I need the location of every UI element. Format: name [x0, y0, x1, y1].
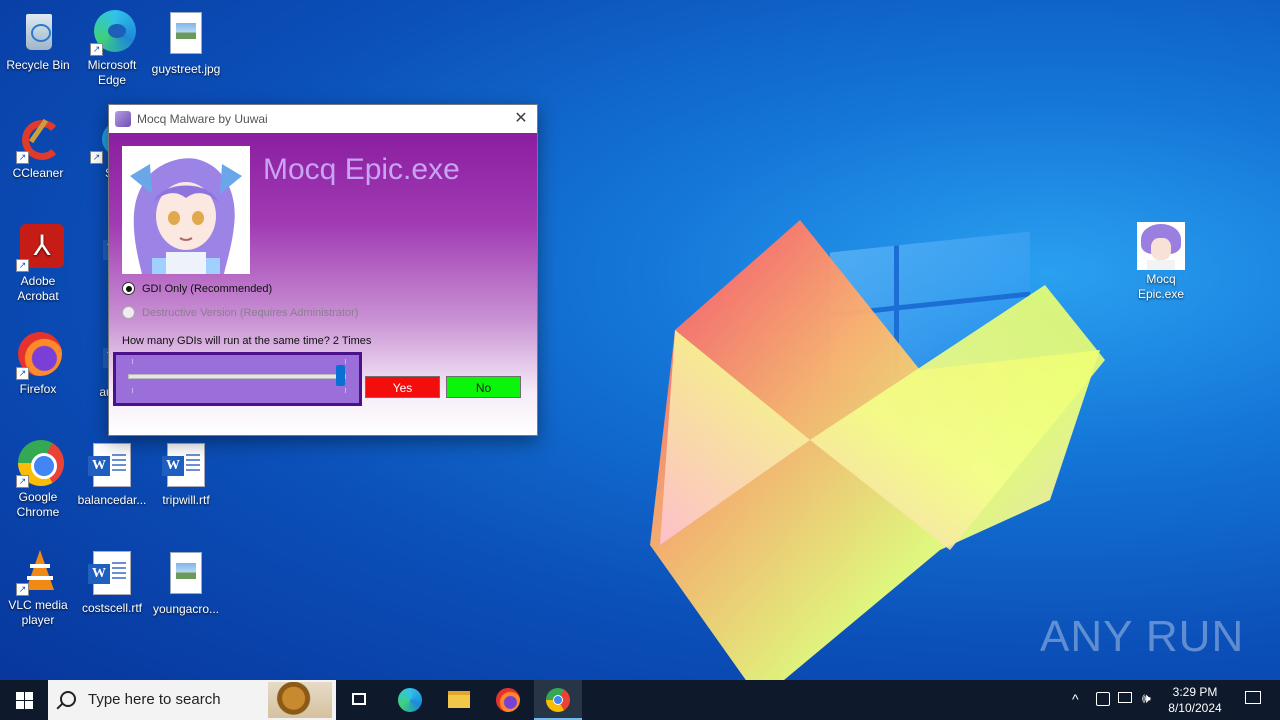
- desktop-icon-costscell[interactable]: W costscell.rtf: [74, 548, 150, 616]
- desktop-icon-label: Microsoft Edge: [87, 58, 137, 87]
- vlc-icon: ↗: [14, 548, 62, 596]
- dialog-client-area: Mocq Epic.exe GDI Only (Recommended) Des…: [109, 133, 537, 435]
- desktop-icon-label: balancedar...: [77, 493, 147, 507]
- network-icon[interactable]: [1118, 692, 1132, 703]
- file-explorer-icon: [448, 691, 470, 708]
- desktop-icon-guystreet[interactable]: guystreet.jpg: [148, 8, 224, 77]
- edge-icon: [398, 688, 422, 712]
- recycle-bin-icon: [14, 8, 62, 56]
- taskbar-file-explorer[interactable]: [435, 680, 483, 720]
- desktop-icon-ccleaner[interactable]: ↗ CCleaner: [0, 116, 76, 181]
- chrome-icon: [546, 688, 570, 712]
- edge-icon: ↗: [88, 8, 136, 56]
- dialog-title: Mocq Malware by Uuwai: [137, 111, 268, 126]
- slider-tick: [132, 359, 133, 364]
- shortcut-arrow-icon: ↗: [16, 583, 29, 596]
- desktop-icon-vlc[interactable]: ↗ VLC media player: [0, 548, 76, 628]
- search-placeholder: Type here to search: [88, 691, 221, 708]
- desktop-icon-acrobat[interactable]: ⅄ ↗ Adobe Acrobat: [0, 224, 76, 304]
- close-button[interactable]: ✕: [505, 105, 537, 132]
- notification-center-button[interactable]: [1232, 680, 1272, 720]
- taskbar-clock[interactable]: 3:29 PM 8/10/2024: [1160, 684, 1230, 716]
- yes-button[interactable]: Yes: [365, 376, 440, 398]
- desktop-icon-label: Firefox: [19, 382, 57, 396]
- option-gdi-only[interactable]: GDI Only (Recommended): [122, 282, 272, 295]
- desktop-icon-recycle-bin[interactable]: Recycle Bin: [0, 8, 76, 73]
- slider-tick: [132, 388, 133, 393]
- option-destructive-version: Destructive Version (Requires Administra…: [122, 306, 358, 319]
- gdi-count-question: How many GDIs will run at the same time?…: [122, 335, 372, 347]
- slider-track[interactable]: [128, 374, 346, 379]
- word-doc-icon: W: [88, 551, 136, 599]
- shortcut-arrow-icon: ↗: [90, 151, 103, 164]
- desktop-icon-mocq-epic[interactable]: Mocq Epic.exe: [1123, 222, 1199, 302]
- task-view-button[interactable]: [336, 680, 384, 720]
- desktop-icon-label: guystreet.jpg: [151, 62, 221, 76]
- mocq-app-icon: [1137, 222, 1185, 270]
- slider-tick: [345, 388, 346, 393]
- taskbar-chrome[interactable]: [534, 680, 582, 720]
- chrome-icon: ↗: [14, 440, 64, 488]
- desktop-icon-label: VLC media player: [8, 598, 68, 627]
- desktop-icon-label: Adobe Acrobat: [17, 274, 59, 303]
- anime-character-image: [122, 146, 250, 274]
- option-label: GDI Only (Recommended): [142, 282, 273, 295]
- option-label: Destructive Version (Requires Administra…: [142, 306, 359, 319]
- shortcut-arrow-icon: ↗: [16, 259, 29, 272]
- desktop-icon-label: CCleaner: [12, 166, 64, 180]
- word-doc-icon: W: [162, 443, 210, 491]
- desktop-icon-label: Google Chrome: [16, 490, 60, 519]
- clock-date: 8/10/2024: [1168, 701, 1222, 715]
- slider-tick: [345, 359, 346, 364]
- taskbar-edge[interactable]: [386, 680, 434, 720]
- image-file-icon: [162, 12, 210, 60]
- windows-logo-wallpaper: [830, 231, 1030, 383]
- shortcut-arrow-icon: ↗: [16, 151, 29, 164]
- meet-now-icon[interactable]: [1096, 692, 1110, 706]
- task-view-icon: [352, 693, 366, 705]
- shortcut-arrow-icon: ↗: [90, 43, 103, 56]
- desktop-icon-tripwill[interactable]: W tripwill.rtf: [148, 440, 224, 508]
- firefox-icon: [496, 688, 520, 712]
- slider-thumb[interactable]: [335, 365, 345, 386]
- dialog-titlebar[interactable]: Mocq Malware by Uuwai ✕: [109, 105, 537, 132]
- search-highlight-lion-image: [268, 682, 332, 718]
- acrobat-icon: ⅄ ↗: [14, 224, 64, 272]
- volume-icon[interactable]: 🕪: [1142, 690, 1151, 707]
- image-file-icon: [162, 552, 210, 600]
- anyrun-watermark: ANY RUN: [1040, 612, 1245, 661]
- shortcut-arrow-icon: ↗: [16, 367, 29, 380]
- desktop-icon-balancedar[interactable]: W balancedar...: [74, 440, 150, 508]
- firefox-icon: ↗: [14, 332, 62, 380]
- clock-time: 3:29 PM: [1172, 685, 1218, 699]
- radio-button-disabled: [122, 306, 135, 319]
- gdi-count-slider[interactable]: [113, 352, 362, 406]
- desktop-icon-label: tripwill.rtf: [162, 493, 210, 507]
- desktop-icon-firefox[interactable]: ↗ Firefox: [0, 332, 76, 397]
- desktop-icon-label: Recycle Bin: [6, 58, 70, 72]
- app-window-icon: [115, 110, 131, 127]
- no-button[interactable]: No: [446, 376, 521, 398]
- word-doc-icon: W: [88, 443, 136, 491]
- desktop-icon-label: youngacro...: [152, 602, 220, 616]
- desktop-icon-chrome[interactable]: ↗ Google Chrome: [0, 440, 76, 520]
- shortcut-arrow-icon: ↗: [16, 475, 29, 488]
- chevron-up-icon[interactable]: ^: [1072, 691, 1079, 707]
- taskbar-search-box[interactable]: Type here to search: [48, 680, 336, 720]
- close-icon: ✕: [514, 110, 528, 127]
- ccleaner-icon: ↗: [14, 116, 62, 164]
- radio-button-selected[interactable]: [122, 282, 135, 295]
- notification-icon: [1245, 691, 1261, 704]
- taskbar-firefox[interactable]: [484, 680, 532, 720]
- desktop-icon-label: Mocq Epic.exe: [1137, 272, 1185, 301]
- desktop-icon-label: costscell.rtf: [81, 601, 142, 615]
- taskbar: Type here to search ^ 🕪 3:29 PM 8/10/202…: [0, 680, 1280, 720]
- desktop-icon-youngacro[interactable]: youngacro...: [148, 548, 224, 617]
- system-tray: ^ 🕪: [1066, 680, 1160, 720]
- app-title-heading: Mocq Epic.exe: [263, 153, 460, 186]
- desktop-icon-edge[interactable]: ↗ Microsoft Edge: [74, 8, 150, 88]
- search-icon: [60, 691, 76, 707]
- start-button[interactable]: [0, 680, 48, 720]
- mocq-dialog-window: Mocq Malware by Uuwai ✕ Mocq Epic.exe GD…: [108, 104, 538, 436]
